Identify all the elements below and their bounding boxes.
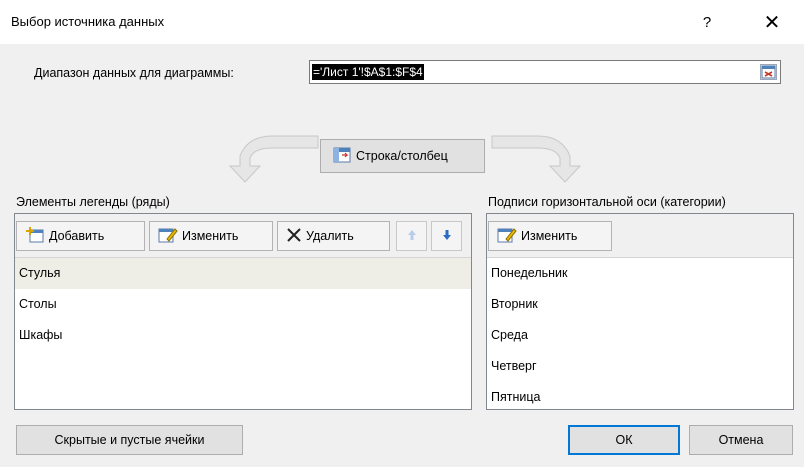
delete-icon (286, 227, 302, 246)
legend-entries-panel: Добавить Изменить Удалить Стулья Столы Ш… (14, 213, 472, 410)
arrow-down-icon (442, 229, 452, 244)
list-item[interactable]: Стулья (15, 258, 471, 289)
legend-series-list: Стулья Столы Шкафы (15, 258, 471, 351)
help-button[interactable]: ? (696, 12, 718, 34)
edit-icon (158, 226, 178, 247)
legend-entries-heading: Элементы легенды (ряды) (16, 195, 170, 209)
switch-row-column-button[interactable]: Строка/столбец (320, 139, 485, 173)
edit-icon (497, 226, 517, 247)
add-series-button[interactable]: Добавить (16, 221, 145, 251)
legend-toolbar: Добавить Изменить Удалить (15, 214, 471, 258)
close-button[interactable]: ✕ (752, 9, 792, 37)
edit-series-button[interactable]: Изменить (149, 221, 273, 251)
switch-row-column-icon (333, 147, 351, 166)
list-item[interactable]: Пятница (487, 382, 793, 413)
axis-labels-heading: Подписи горизонтальной оси (категории) (488, 195, 726, 209)
list-item[interactable]: Понедельник (487, 258, 793, 289)
arrow-up-icon (407, 229, 417, 244)
collapse-dialog-icon[interactable] (760, 64, 777, 80)
add-icon (25, 226, 45, 247)
list-item[interactable]: Шкафы (15, 320, 471, 351)
select-data-source-dialog: Выбор источника данных ? ✕ Диапазон данн… (0, 0, 804, 467)
axis-labels-panel: Изменить Понедельник Вторник Среда Четве… (486, 213, 794, 410)
chart-range-value[interactable]: ='Лист 1'!$A$1:$F$4 (312, 64, 424, 80)
list-item[interactable]: Вторник (487, 289, 793, 320)
chart-range-input[interactable]: ='Лист 1'!$A$1:$F$4 (309, 60, 781, 84)
cancel-button[interactable]: Отмена (689, 425, 793, 455)
list-item[interactable]: Среда (487, 320, 793, 351)
title-bar: Выбор источника данных ? ✕ (0, 0, 804, 44)
move-up-button[interactable] (396, 221, 427, 251)
delete-series-button[interactable]: Удалить (277, 221, 390, 251)
list-item[interactable]: Столы (15, 289, 471, 320)
switch-row-column-label: Строка/столбец (356, 149, 448, 163)
dialog-title: Выбор источника данных (11, 14, 165, 29)
chart-range-label: Диапазон данных для диаграммы: (34, 66, 234, 80)
axis-categories-list: Понедельник Вторник Среда Четверг Пятниц… (487, 258, 793, 413)
list-item[interactable]: Четверг (487, 351, 793, 382)
hidden-empty-cells-button[interactable]: Скрытые и пустые ячейки (16, 425, 243, 455)
axis-toolbar: Изменить (487, 214, 793, 258)
move-down-button[interactable] (431, 221, 462, 251)
ok-button[interactable]: ОК (568, 425, 680, 455)
edit-categories-button[interactable]: Изменить (488, 221, 612, 251)
